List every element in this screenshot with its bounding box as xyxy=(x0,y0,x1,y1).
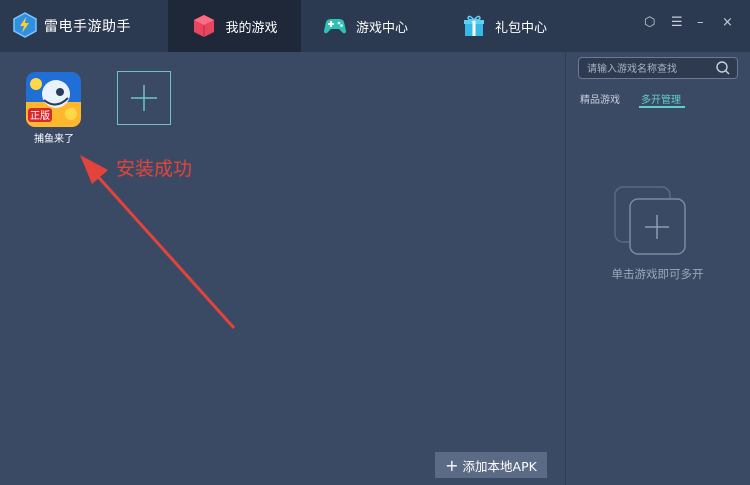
tab-game-center[interactable]: 游戏中心 xyxy=(322,0,422,52)
active-tab-indicator xyxy=(639,106,685,108)
tab-label: 游戏中心 xyxy=(356,20,409,36)
app-title: 雷电手游助手 xyxy=(44,19,131,35)
add-local-apk-button[interactable]: + 添加本地APK xyxy=(435,452,547,478)
title-bar: 雷电手游助手 我的游戏 游戏中心 礼包中心 ⬡ ☰ – × xyxy=(0,0,750,52)
add-apk-label: 添加本地APK xyxy=(462,458,537,474)
close-button[interactable]: × xyxy=(722,15,733,30)
tab-featured-games[interactable]: 精品游戏 xyxy=(580,91,620,106)
game-box-icon xyxy=(194,15,215,37)
gift-icon xyxy=(464,15,484,36)
tab-label: 礼包中心 xyxy=(495,20,548,36)
official-badge: 正版 xyxy=(30,109,50,122)
tab-multi-instance[interactable]: 多开管理 xyxy=(641,91,681,106)
tab-label: 我的游戏 xyxy=(225,20,278,36)
add-game-button[interactable] xyxy=(117,71,171,125)
gamepad-icon xyxy=(324,19,346,34)
game-name: 捕鱼来了 xyxy=(34,134,74,145)
search-input[interactable] xyxy=(585,60,717,78)
plus-icon xyxy=(131,85,157,111)
multi-instance-empty-text: 单击游戏即可多开 xyxy=(611,267,704,281)
skin-icon[interactable]: ⬡ xyxy=(644,15,655,30)
tab-gift-center[interactable]: 礼包中心 xyxy=(461,0,561,52)
search-icon[interactable] xyxy=(715,60,731,76)
plus-icon: + xyxy=(445,455,459,475)
tab-my-games[interactable]: 我的游戏 xyxy=(168,0,301,52)
search-box[interactable] xyxy=(578,57,738,79)
game-item[interactable]: 正版 捕鱼来了 xyxy=(26,72,82,146)
install-success-annotation: 安装成功 xyxy=(116,158,193,180)
menu-icon[interactable]: ☰ xyxy=(671,15,683,30)
lightning-bolt-icon xyxy=(13,12,37,38)
fishing-game-icon: 正版 xyxy=(26,72,81,127)
minimize-button[interactable]: – xyxy=(697,15,704,30)
my-games-panel xyxy=(0,52,565,485)
multi-instance-placeholder-icon xyxy=(614,186,686,255)
